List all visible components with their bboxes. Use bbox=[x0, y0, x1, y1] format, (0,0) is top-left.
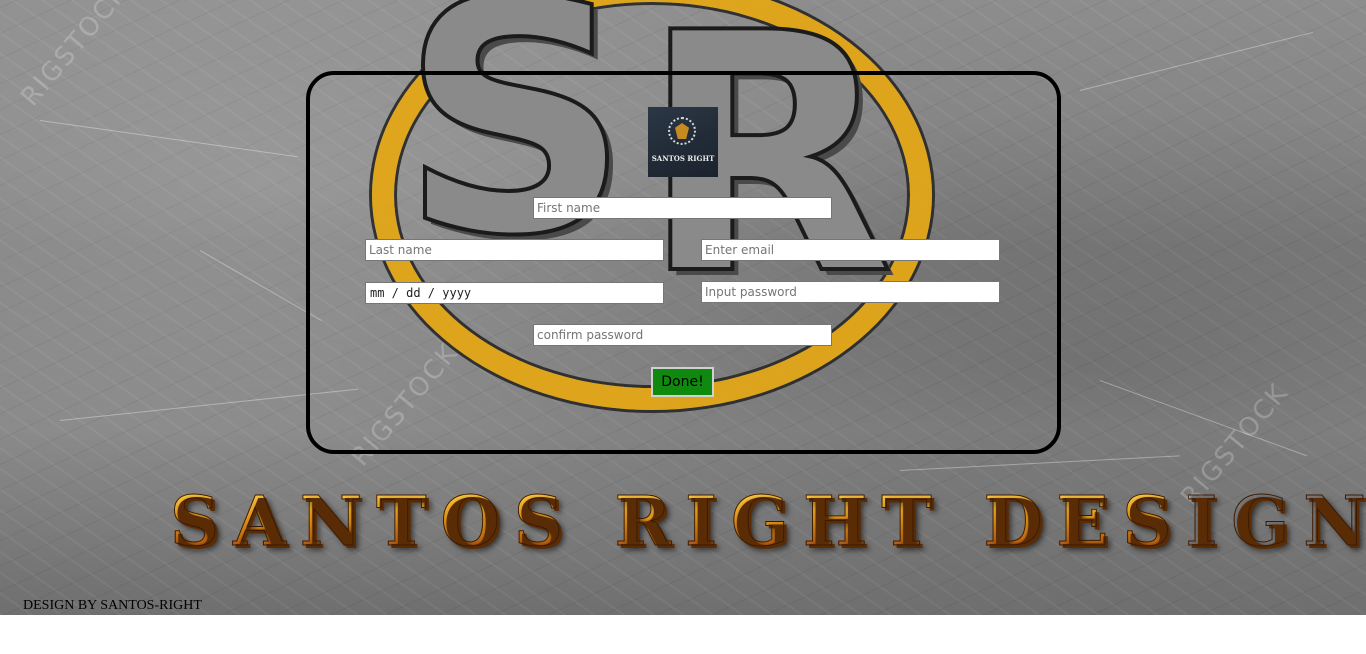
password-input[interactable] bbox=[701, 281, 1000, 303]
email-input[interactable] bbox=[701, 239, 1000, 261]
done-button[interactable]: Done! bbox=[651, 367, 714, 397]
birth-date-input[interactable]: mm / dd / yyyy bbox=[365, 282, 664, 304]
brand-logo: SANTOS RIGHT bbox=[648, 107, 718, 177]
watermark: RIGSTOCK bbox=[15, 0, 135, 113]
logo-text: SANTOS RIGHT bbox=[651, 154, 715, 163]
last-name-input[interactable] bbox=[365, 239, 664, 261]
confirm-password-input[interactable] bbox=[533, 324, 832, 346]
brand-title: SANTOS RIGHT DESIGN bbox=[170, 482, 1366, 562]
footer-credit: DESIGN BY SANTOS-RIGHT bbox=[23, 598, 202, 613]
first-name-input[interactable] bbox=[533, 197, 832, 219]
